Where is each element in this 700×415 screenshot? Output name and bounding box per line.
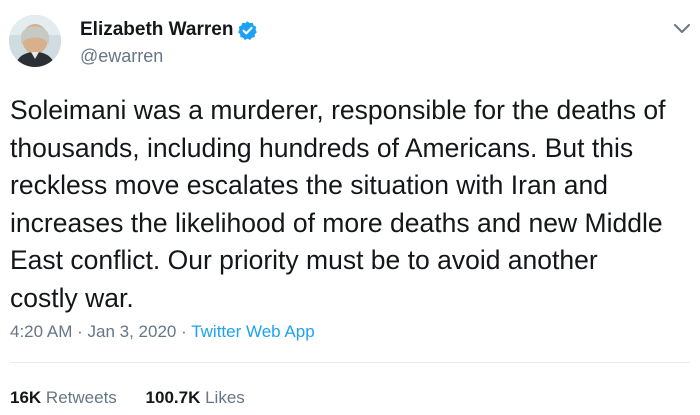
tweet-text: Soleimani was a murderer, responsible fo…: [10, 95, 666, 313]
author-display-name[interactable]: Elizabeth Warren: [80, 19, 233, 41]
tweet-stats: 16K Retweets 100.7K Likes: [10, 388, 269, 408]
meta-separator: ·: [77, 322, 83, 341]
chevron-down-icon[interactable]: [672, 22, 692, 36]
retweets-count: 16K: [10, 388, 42, 407]
retweets-label: Retweets: [45, 388, 117, 407]
tweet-date[interactable]: Jan 3, 2020: [88, 322, 177, 341]
profile-photo-icon: [9, 15, 61, 67]
avatar[interactable]: [9, 15, 61, 67]
author-handle[interactable]: @ewarren: [80, 46, 163, 67]
divider: [10, 362, 690, 363]
likes-count: 100.7K: [145, 388, 201, 407]
likes-stat[interactable]: 100.7K Likes: [146, 388, 245, 407]
retweets-stat[interactable]: 16K Retweets: [10, 388, 122, 407]
meta-separator: ·: [181, 322, 187, 341]
tweet-source-link[interactable]: Twitter Web App: [191, 322, 314, 341]
tweet-card: Elizabeth Warren @ewarren Soleimani was …: [0, 0, 700, 415]
likes-label: Likes: [205, 388, 245, 407]
tweet-meta: 4:20 AM · Jan 3, 2020 · Twitter Web App: [10, 322, 315, 342]
tweet-time[interactable]: 4:20 AM: [10, 322, 72, 341]
author-name-row[interactable]: Elizabeth Warren: [80, 19, 258, 41]
verified-badge-icon: [237, 20, 258, 41]
